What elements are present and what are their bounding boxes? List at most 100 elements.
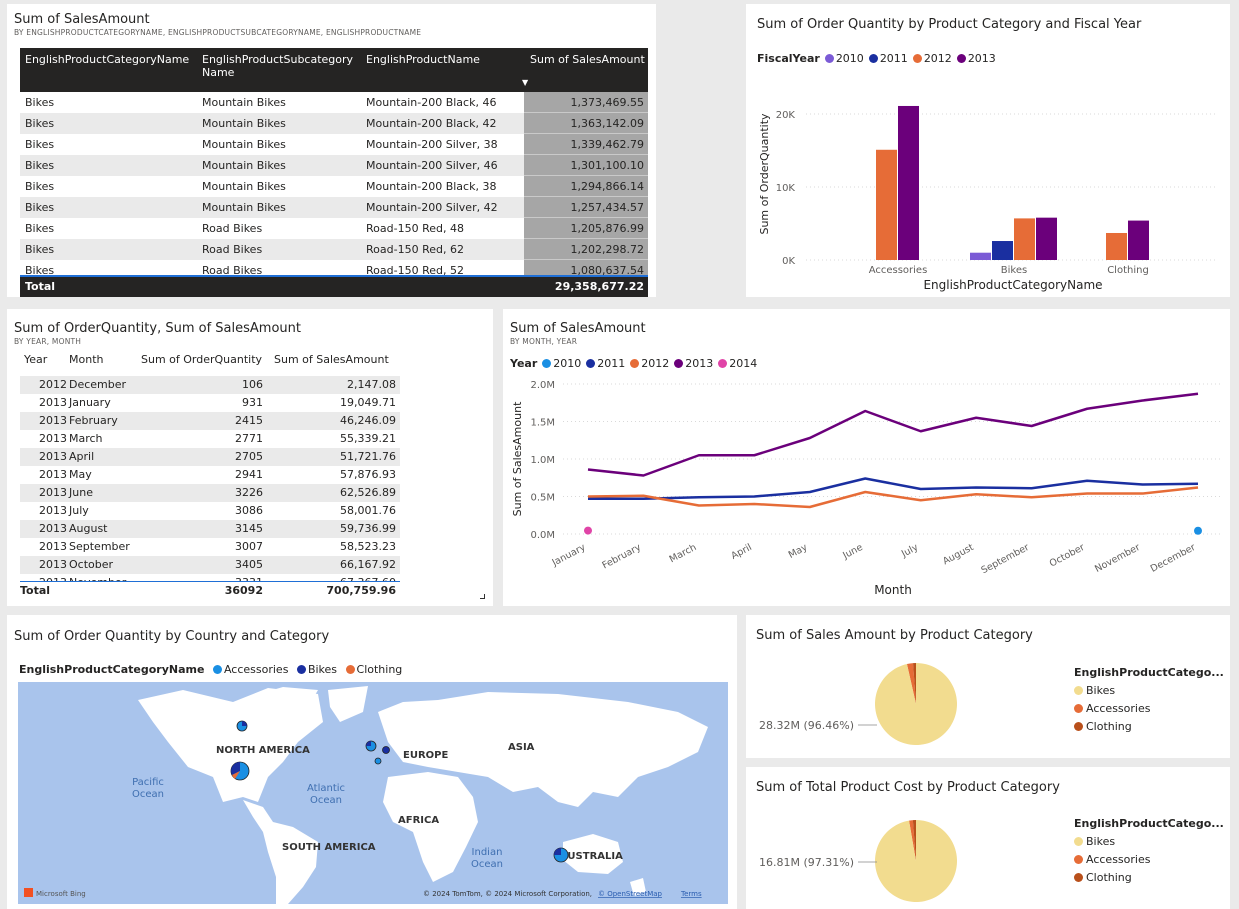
bar[interactable] <box>1106 232 1127 260</box>
total-value: 29,358,677.22 <box>554 280 644 293</box>
x-tick-label: September <box>980 542 1032 576</box>
terms-link[interactable]: Terms <box>680 890 702 898</box>
table-cell: Mountain-200 Black, 38 <box>366 180 497 193</box>
table-row[interactable]: Bikes Mountain Bikes Mountain-200 Black, 3… <box>20 176 648 197</box>
table-row[interactable]: Bikes Road Bikes Road-150 Red, 48 1,205,876… <box>20 218 648 239</box>
column-header[interactable]: EnglishProductSubcategory Name <box>202 53 367 79</box>
map-label-sa: SOUTH AMERICA <box>282 842 376 853</box>
table-cell: 1,294,866.14 <box>524 176 648 197</box>
y-tick-label: 1.5M <box>530 418 555 429</box>
y-axis-label: Sum of SalesAmount <box>511 401 524 516</box>
line-chart: 0.0M 0.5M 1.0M 1.5M 2.0M Sum of SalesAmount Mo… <box>511 380 1223 597</box>
table-body: Bikes Mountain Bikes Mountain-200 Black, 4… <box>20 92 648 275</box>
table-cell: 2013 <box>39 450 67 463</box>
map-pie-uk[interactable] <box>365 740 377 752</box>
legend-item: Accessories <box>1074 702 1224 715</box>
table-cell: 2771 <box>235 432 263 445</box>
table-cell: Mountain-200 Black, 46 <box>366 96 497 109</box>
table-cell: Bikes <box>25 201 55 214</box>
series-point[interactable] <box>1194 526 1202 535</box>
legend-item: Clothing <box>1074 720 1224 733</box>
world-map[interactable]: NORTH AMERICA EUROPE ASIA AFRICA SOUTH A… <box>18 682 728 904</box>
total-qty: 36092 <box>224 584 263 597</box>
x-tick-label: February <box>601 542 644 572</box>
sort-desc-icon[interactable]: ▼ <box>522 76 528 89</box>
legend-item: Bikes <box>307 663 338 676</box>
table-row[interactable]: Bikes Mountain Bikes Mountain-200 Silver, … <box>20 134 648 155</box>
table-row[interactable]: 2013 February 2415 46,246.09 <box>20 412 400 430</box>
table-row[interactable]: 2012 December 106 2,147.08 <box>20 376 400 394</box>
x-tick-label: May <box>787 542 810 561</box>
table-cell: July <box>69 504 89 517</box>
map-pie-australia[interactable] <box>553 847 569 863</box>
table-row[interactable]: 2013 January 931 19,049.71 <box>20 394 400 412</box>
table-cell: 931 <box>242 396 263 409</box>
x-tick-label: Clothing <box>1107 265 1149 276</box>
map-pie-usa[interactable] <box>230 761 250 781</box>
y-axis-label: Sum of OrderQuantity <box>758 113 771 235</box>
map-pie-canada[interactable] <box>236 720 248 732</box>
osm-link[interactable]: © OpenStreetMap <box>598 890 663 898</box>
series-point[interactable] <box>584 526 592 535</box>
table-row[interactable]: Bikes Mountain Bikes Mountain-200 Silver, … <box>20 155 648 176</box>
table-cell: Road-150 Red, 48 <box>366 222 464 235</box>
bar[interactable] <box>970 252 991 260</box>
table-row[interactable]: 2013 June 3226 62,526.89 <box>20 484 400 502</box>
bar[interactable] <box>876 149 897 260</box>
total-label: Total <box>25 280 56 293</box>
table-row[interactable]: 2013 July 3086 58,001.76 <box>20 502 400 520</box>
bar[interactable] <box>1036 217 1057 260</box>
x-axis-label: EnglishProductCategoryName <box>923 278 1102 292</box>
bar[interactable] <box>1014 218 1035 260</box>
table-row[interactable]: Bikes Road Bikes Road-150 Red, 62 1,202,298… <box>20 239 648 260</box>
map-pie-france[interactable] <box>374 757 382 765</box>
table-row[interactable]: Bikes Mountain Bikes Mountain-200 Black, 4… <box>20 92 648 113</box>
table-cell: 3086 <box>235 504 263 517</box>
bar[interactable] <box>898 105 919 260</box>
x-tick-label: November <box>1093 542 1142 575</box>
table-row[interactable]: 2013 October 3405 66,167.92 <box>20 556 400 574</box>
column-header[interactable]: EnglishProductName <box>366 53 480 66</box>
bar[interactable] <box>1128 220 1149 260</box>
table-row[interactable]: Bikes Mountain Bikes Mountain-200 Black, 4… <box>20 113 648 134</box>
map-pie-germany[interactable] <box>382 746 390 754</box>
pie-slice[interactable] <box>875 663 957 745</box>
column-header[interactable]: Month <box>69 353 103 366</box>
table-cell: 2013 <box>39 504 67 517</box>
table-cell: 3145 <box>235 522 263 535</box>
table-cell: 59,736.99 <box>340 522 396 535</box>
table-cell: Bikes <box>25 96 55 109</box>
resize-handle-icon[interactable] <box>480 594 485 599</box>
table-row[interactable]: 2013 March 2771 55,339.21 <box>20 430 400 448</box>
table-row[interactable]: Bikes Road Bikes Road-150 Red, 52 1,080,637… <box>20 260 648 275</box>
column-header[interactable]: Sum of SalesAmount <box>530 53 645 66</box>
table-cell: Mountain Bikes <box>202 96 286 109</box>
table-row[interactable]: 2013 April 2705 51,721.76 <box>20 448 400 466</box>
x-tick-label: October <box>1048 542 1087 570</box>
table-row[interactable]: 2013 September 3007 58,523.23 <box>20 538 400 556</box>
table-row[interactable]: 2013 May 2941 57,876.93 <box>20 466 400 484</box>
legend-title: EnglishProductCategoryName <box>19 663 205 676</box>
table-cell: 2013 <box>39 558 67 571</box>
table-cell: 51,721.76 <box>340 450 396 463</box>
map-label-ocean: Ocean <box>471 859 503 870</box>
table-cell: Mountain Bikes <box>202 117 286 130</box>
column-header[interactable]: Sum of OrderQuantity <box>141 353 262 366</box>
column-header[interactable]: Sum of SalesAmount <box>274 353 389 366</box>
table-cell: Bikes <box>25 117 55 130</box>
table-cell: 66,167.92 <box>340 558 396 571</box>
column-header[interactable]: Year <box>24 353 47 366</box>
map-legend: EnglishProductCategoryName Accessories B… <box>19 663 402 676</box>
map-panel: Sum of Order Quantity by Country and Cat… <box>7 615 737 909</box>
pie-slice[interactable] <box>875 820 957 902</box>
map-title: Sum of Order Quantity by Country and Cat… <box>14 629 330 644</box>
table-row[interactable]: 2013 August 3145 59,736.99 <box>20 520 400 538</box>
sales-table-subtitle: BY ENGLISHPRODUCTCATEGORYNAME, ENGLISHPR… <box>14 28 422 37</box>
table-cell: 2705 <box>235 450 263 463</box>
column-header[interactable]: EnglishProductCategoryName <box>25 53 189 66</box>
y-tick-label: 0K <box>782 256 795 267</box>
table-cell: April <box>69 450 95 463</box>
bar[interactable] <box>992 241 1013 260</box>
table-row[interactable]: Bikes Mountain Bikes Mountain-200 Silver, … <box>20 197 648 218</box>
series-line[interactable] <box>587 392 1199 477</box>
